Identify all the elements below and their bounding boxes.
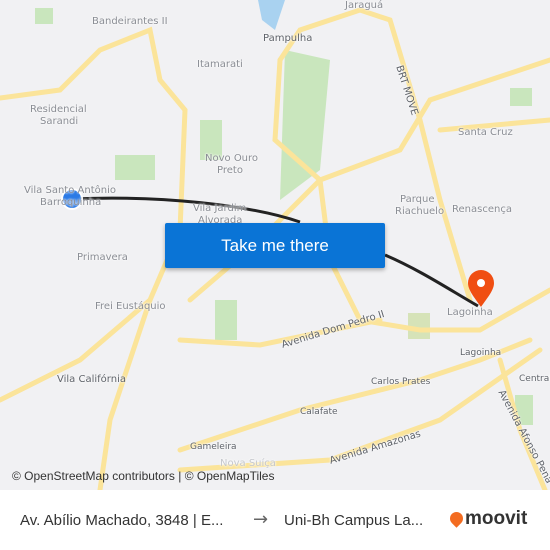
park	[510, 88, 532, 106]
map-label: Parque	[400, 194, 435, 205]
park	[408, 313, 430, 339]
map-label: Preto	[217, 165, 243, 176]
map-label: Jaraguá	[345, 0, 384, 11]
map-label: Primavera	[77, 252, 128, 263]
park	[35, 8, 53, 24]
map-label: Santa Cruz	[458, 127, 513, 138]
arrow-right-icon: →	[253, 509, 269, 530]
map-label: Lagoinha	[447, 307, 493, 318]
map-attribution[interactable]: © OpenStreetMap contributors | © OpenMap…	[12, 469, 274, 483]
map-label: Carlos Prates	[371, 377, 431, 387]
map-label: Residencial	[30, 104, 87, 115]
map-label: Gameleira	[190, 442, 237, 452]
origin-name: Av. Abílio Machado, 3848 | E...	[20, 512, 224, 529]
map-label: Itamarati	[197, 59, 243, 70]
lake	[258, 0, 285, 30]
park	[115, 155, 155, 180]
map-label: Bandeirantes II	[92, 16, 168, 27]
map-label: Sarandi	[40, 116, 79, 127]
moovit-logo: moovit	[447, 508, 528, 530]
destination-name: Uni-Bh Campus La...	[284, 512, 424, 529]
map-label: Vila Jardim	[193, 203, 247, 214]
map-label: Frei Eustáquio	[95, 301, 166, 312]
park	[215, 300, 237, 340]
moovit-pin-icon	[447, 509, 466, 528]
logo-text: moovit	[465, 508, 528, 529]
map-label: Central	[519, 374, 550, 384]
map-label: Lagoinha	[460, 348, 502, 358]
map-label: Novo Ouro	[205, 153, 259, 164]
map-label: Riachuelo	[395, 206, 445, 217]
map-label: Vila Santo Antônio	[24, 185, 116, 196]
map-label: Barroquinha	[40, 197, 102, 208]
map-label: Renascença	[452, 204, 512, 215]
map-label: Pampulha	[263, 33, 313, 44]
map-label: Vila Califórnia	[57, 374, 126, 385]
footer: Av. Abílio Machado, 3848 | E... → Uni-Bh…	[0, 490, 550, 550]
map[interactable]: Bandeirantes II Pampulha Itamarati Resid…	[0, 0, 550, 490]
map-label: Calafate	[300, 407, 338, 417]
take-me-there-button[interactable]: Take me there	[165, 223, 385, 268]
